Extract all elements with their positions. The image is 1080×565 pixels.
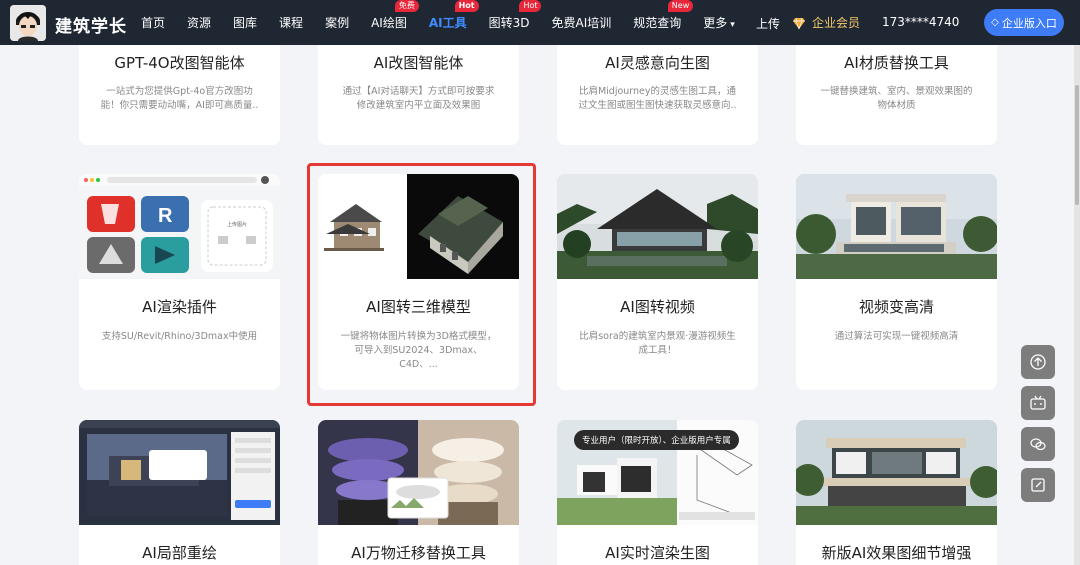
card-desc: 一站式为您提供Gpt-4o官方改图功能！你只需要动动嘴，AI即可高质量..: [100, 86, 259, 111]
page-scrollbar[interactable]: [1074, 45, 1080, 565]
card-title: AI灵感意向生图: [605, 54, 710, 72]
scrollbar-thumb[interactable]: [1075, 85, 1079, 205]
card-desc: 比肩sora的建筑室内景观·漫游视频生成工具！: [579, 331, 736, 356]
free-badge: 免费: [394, 0, 419, 12]
tool-card-ai-inspiration[interactable]: AI灵感意向生图 比肩Midjourney的灵感生图工具，通过文生图或图生图快速…: [557, 45, 758, 145]
arrow-up-circle-icon: [1030, 354, 1046, 370]
nav-ai-drawing[interactable]: AI绘图 免费: [371, 0, 419, 31]
tv-icon: [1030, 395, 1046, 410]
tool-card-ai-style-transfer[interactable]: AI万物迁移替换工具: [318, 420, 519, 565]
card-desc: 一键将物体图片转换为3D格式模型，可导入到SU2024、3Dmax、C4D、..…: [340, 331, 497, 370]
exclusive-access-chip: 专业用户（限时开放）、企业版用户专属: [574, 430, 739, 450]
tool-card-ai-edit-agent[interactable]: AI改图智能体 通过【AI对话聊天】方式即可按要求修改建筑室内平立面及效果图: [318, 45, 519, 145]
wechat-icon: [1030, 438, 1046, 451]
edit-note-icon: [1031, 478, 1045, 492]
card-title: GPT-4O改图智能体: [114, 54, 245, 72]
back-to-top-button[interactable]: [1021, 345, 1055, 379]
diamond-icon: [793, 17, 805, 29]
wechat-button[interactable]: [1021, 427, 1055, 461]
nav-image-to-3d[interactable]: 图转3D Hot: [489, 0, 542, 31]
nav-home[interactable]: 首页: [141, 14, 165, 31]
tool-grid: GPT-4O改图智能体 一站式为您提供Gpt-4o官方改图功能！你只需要动动嘴，…: [0, 45, 1080, 565]
enterprise-entry-button[interactable]: ◇ 企业版入口: [984, 9, 1064, 36]
card-desc: 比肩Midjourney的灵感生图工具，通过文生图或图生图快速获取灵感意向..: [578, 86, 737, 111]
card-title: AI渲染插件: [142, 298, 217, 316]
new-badge: New: [667, 0, 694, 12]
feedback-button[interactable]: [1021, 468, 1055, 502]
card-title: 视频变高清: [858, 298, 934, 316]
tool-card-ai-realtime-render[interactable]: 专业用户（限时开放）、企业版用户专属 AI实时渲染生图: [557, 420, 758, 565]
card-desc: 一键替换建筑、室内、景观效果图的物体材质: [820, 86, 973, 111]
nav-courses[interactable]: 课程: [279, 14, 303, 31]
chevron-down-icon: ▾: [730, 20, 735, 30]
card-image: [796, 420, 997, 525]
card-title: AI图转视频: [620, 298, 695, 316]
card-title: AI万物迁移替换工具: [351, 544, 486, 562]
nav-free-ai-training[interactable]: 免费AI培训: [551, 14, 611, 31]
card-title: AI局部重绘: [142, 544, 217, 562]
card-image: [318, 420, 519, 525]
card-image: [318, 174, 519, 279]
logo-avatar[interactable]: [10, 5, 46, 41]
nav-gallery[interactable]: 图库: [233, 14, 257, 31]
nav-cases[interactable]: 案例: [325, 14, 349, 31]
hot-badge: Hot: [519, 0, 542, 12]
card-title: AI图转三维模型: [366, 298, 471, 316]
tool-card-ai-image-to-3d[interactable]: AI图转三维模型 一键将物体图片转换为3D格式模型，可导入到SU2024、3Dm…: [318, 174, 519, 390]
card-title: AI改图智能体: [373, 54, 464, 72]
hot-badge: Hot: [454, 0, 479, 12]
card-title: AI材质替换工具: [844, 54, 949, 72]
brand-name[interactable]: 建筑学长: [55, 12, 127, 37]
main-nav: 首页 资源 图库 课程 案例 AI绘图 免费 AI工具 Hot 图转3D Hot…: [141, 0, 757, 45]
nav-ai-tools[interactable]: AI工具 Hot: [429, 0, 479, 31]
plugin-upload-label: 上传图片: [226, 222, 247, 228]
card-image: 专业用户（限时开放）、企业版用户专属: [557, 420, 758, 525]
nav-resources[interactable]: 资源: [187, 14, 211, 31]
nav-code-query[interactable]: 规范查询 New: [633, 0, 694, 31]
card-title: 新版AI效果图细节增强: [821, 544, 972, 562]
top-nav-bar: 建筑学长 首页 资源 图库 课程 案例 AI绘图 免费 AI工具 Hot 图转3…: [0, 0, 1080, 45]
tool-card-ai-material[interactable]: AI材质替换工具 一键替换建筑、室内、景观效果图的物体材质: [796, 45, 997, 145]
tool-card-gpt4o[interactable]: GPT-4O改图智能体 一站式为您提供Gpt-4o官方改图功能！你只需要动动嘴，…: [79, 45, 280, 145]
upload-link[interactable]: 上传: [756, 15, 780, 32]
diamond-outline-icon: ◇: [991, 17, 999, 28]
card-desc: 通过【AI对话聊天】方式即可按要求修改建筑室内平立面及效果图: [342, 86, 495, 111]
card-image: [557, 174, 758, 279]
card-image: [796, 174, 997, 279]
svg-text:R: R: [158, 205, 173, 227]
tool-card-ai-image-to-video[interactable]: AI图转视频 比肩sora的建筑室内景观·漫游视频生成工具！: [557, 174, 758, 390]
card-desc: 通过算法可实现一键视频高清: [834, 331, 959, 342]
nav-more[interactable]: 更多 ▾: [703, 14, 735, 31]
card-desc: 支持SU/Revit/Rhino/3Dmax中使用: [101, 331, 258, 342]
bilibili-button[interactable]: [1021, 386, 1055, 420]
card-image: [79, 420, 280, 525]
tool-card-ai-detail-enhance[interactable]: 新版AI效果图细节增强: [796, 420, 997, 565]
tool-card-video-hd[interactable]: 视频变高清 通过算法可实现一键视频高清: [796, 174, 997, 390]
card-image: R 上传图片: [79, 174, 280, 279]
enterprise-vip-link[interactable]: 企业会员: [792, 14, 860, 31]
user-phone[interactable]: 173****4740: [882, 15, 959, 29]
card-title: AI实时渲染生图: [605, 544, 710, 562]
tool-card-ai-render-plugin[interactable]: R 上传图片 AI渲染插件 支持SU/Revit/Rhino/3Dmax中使用: [79, 174, 280, 390]
tool-card-ai-inpaint[interactable]: AI局部重绘: [79, 420, 280, 565]
